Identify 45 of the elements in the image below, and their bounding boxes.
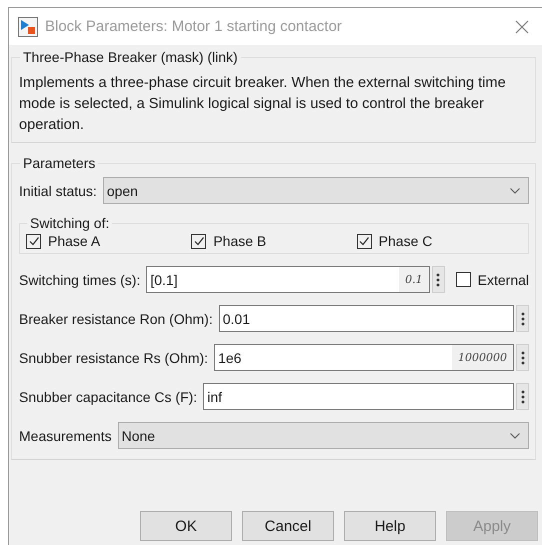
evaluated-value: 0.1: [399, 267, 429, 292]
checkbox[interactable]: [191, 234, 206, 248]
checkmark-icon: [192, 235, 205, 247]
chevron-down-icon: [510, 432, 520, 438]
input-field[interactable]: inf: [203, 383, 514, 410]
checkmark-icon: [28, 235, 40, 247]
input-field[interactable]: [0.1] 0.1: [146, 266, 430, 293]
dialog-button[interactable]: Help: [344, 511, 436, 541]
checkmark-icon: [358, 235, 370, 247]
field-label: Initial status:: [19, 182, 97, 198]
more-button[interactable]: [516, 344, 529, 371]
group-title: Switching of:: [29, 214, 110, 233]
vertical-dots-icon: [520, 312, 524, 326]
evaluated-value: 1000000: [452, 345, 513, 370]
chevron-down-icon: [510, 188, 520, 194]
field-label: Snubber capacitance Cs (F):: [19, 388, 198, 404]
dialog-button[interactable]: Cancel: [242, 511, 334, 541]
input-field[interactable]: 0.01: [218, 305, 514, 332]
vertical-dots-icon: [436, 272, 440, 286]
more-button[interactable]: [432, 266, 445, 293]
block-icon: [18, 16, 38, 36]
window-title: Block Parameters: Motor 1 starting contactor: [45, 18, 343, 35]
field-label: Switching times (s):: [19, 272, 140, 288]
vertical-dots-icon: [520, 390, 524, 404]
description-text: Implements a three-phase circuit breaker. When the external switching time mode is selected, a Simulink logical signal is used to control the breaker operation.: [19, 74, 507, 135]
dialog-button[interactable]: OK: [140, 511, 232, 541]
checkbox[interactable]: [26, 234, 41, 248]
checkbox-label[interactable]: Phase B: [213, 233, 266, 249]
field-label: Snubber resistance Rs (Ohm):: [19, 350, 208, 366]
checkbox-label[interactable]: Phase A: [48, 233, 100, 249]
close-icon: [515, 20, 529, 34]
vertical-dots-icon: [520, 350, 524, 364]
dropdown[interactable]: None: [118, 422, 529, 449]
input-field[interactable]: 1e6 1000000: [214, 344, 514, 371]
more-button[interactable]: [516, 305, 529, 332]
checkbox-label[interactable]: Phase C: [378, 233, 432, 249]
field-label: Measurements: [19, 428, 112, 444]
dropdown[interactable]: open: [102, 177, 529, 204]
checkbox[interactable]: [356, 234, 372, 248]
group-title: Three-Phase Breaker (mask) (link): [22, 48, 239, 67]
checkbox[interactable]: [456, 272, 471, 287]
field-label: Breaker resistance Ron (Ohm):: [19, 310, 213, 326]
group-title: Parameters: [22, 154, 96, 173]
checkbox-label[interactable]: External: [478, 272, 529, 288]
more-button[interactable]: [516, 383, 529, 410]
